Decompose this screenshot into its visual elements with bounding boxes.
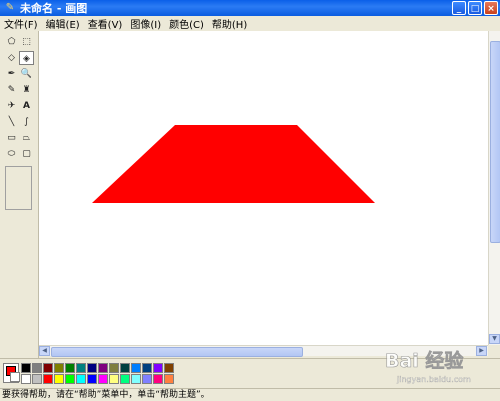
horizontal-scrollbar[interactable]: ◀ ▶	[39, 345, 488, 357]
workspace	[39, 31, 488, 345]
close-button[interactable]: ×	[484, 1, 498, 15]
rounded-rectangle-icon[interactable]: ▢	[19, 147, 34, 161]
palette-swatch[interactable]	[164, 374, 174, 384]
palette-swatch[interactable]	[32, 374, 42, 384]
palette-swatch[interactable]	[153, 374, 163, 384]
palette-swatch[interactable]	[153, 363, 163, 373]
window-controls: _ □ ×	[452, 1, 498, 15]
magnifier-icon[interactable]: 🔍	[19, 67, 34, 81]
palette-swatch[interactable]	[98, 374, 108, 384]
palette-swatch[interactable]	[43, 363, 53, 373]
airbrush-icon[interactable]: ✈	[4, 99, 19, 113]
palette-swatch[interactable]	[109, 374, 119, 384]
title-bar: ✎ 未命名 - 画图 _ □ ×	[0, 0, 500, 16]
status-bar: 要获得帮助，请在“帮助”菜单中，单击“帮助主题”。	[0, 388, 500, 401]
select-icon[interactable]: ⬚	[19, 35, 34, 49]
menu-colors[interactable]: 颜色(C)	[165, 16, 208, 31]
curve-icon[interactable]: ∫	[19, 115, 34, 129]
palette-swatch[interactable]	[131, 374, 141, 384]
palette-swatch[interactable]	[76, 374, 86, 384]
paint-app-icon: ✎	[5, 2, 15, 13]
menu-image[interactable]: 图像(I)	[126, 16, 165, 31]
palette-swatch[interactable]	[54, 363, 64, 373]
tool-options-panel[interactable]	[5, 166, 32, 210]
pick-color-icon[interactable]: ✒	[4, 67, 19, 81]
line-icon[interactable]: ╲	[4, 115, 19, 129]
vertical-scroll-thumb[interactable]	[490, 41, 500, 243]
palette-swatch[interactable]	[65, 363, 75, 373]
scroll-down-arrow-icon[interactable]: ▼	[489, 334, 500, 344]
drawing-canvas[interactable]	[39, 31, 488, 345]
free-form-select-icon[interactable]: ⬠	[4, 35, 19, 49]
color-palette	[0, 358, 500, 389]
red-trapezoid-shape	[92, 125, 375, 203]
palette-swatch[interactable]	[65, 374, 75, 384]
palette-swatch[interactable]	[120, 363, 130, 373]
rectangle-icon[interactable]: ▭	[4, 131, 19, 145]
current-colors	[3, 363, 20, 383]
vertical-scrollbar[interactable]: ▼	[488, 31, 500, 345]
palette-swatch[interactable]	[87, 363, 97, 373]
palette-swatch[interactable]	[54, 374, 64, 384]
fill-icon[interactable]: ◈	[19, 51, 34, 65]
menu-help[interactable]: 帮助(H)	[208, 16, 251, 31]
eraser-icon[interactable]: ◇	[4, 51, 19, 65]
maximize-button[interactable]: □	[468, 1, 482, 15]
menu-bar: 文件(F) 编辑(E) 查看(V) 图像(I) 颜色(C) 帮助(H)	[0, 16, 500, 32]
palette-swatch[interactable]	[87, 374, 97, 384]
canvas-svg	[92, 125, 375, 203]
palette-swatch[interactable]	[98, 363, 108, 373]
palette-swatch[interactable]	[131, 363, 141, 373]
minimize-button[interactable]: _	[452, 1, 466, 15]
background-color	[10, 372, 20, 382]
palette-swatch[interactable]	[120, 374, 130, 384]
palette-swatch[interactable]	[21, 363, 31, 373]
menu-view[interactable]: 查看(V)	[84, 16, 127, 31]
ellipse-icon[interactable]: ⬭	[4, 147, 19, 161]
pencil-icon[interactable]: ✎	[4, 83, 19, 97]
polygon-icon[interactable]: ⏢	[19, 131, 34, 145]
tool-box: ⬠ ⬚ ◇ ◈ ✒ 🔍 ✎ ♜ ✈ A ╲ ∫ ▭ ⏢ ⬭ ▢	[0, 31, 39, 358]
menu-edit[interactable]: 编辑(E)	[42, 16, 84, 31]
menu-file[interactable]: 文件(F)	[0, 16, 42, 31]
scroll-right-arrow-icon[interactable]: ▶	[476, 346, 487, 356]
palette-swatch[interactable]	[109, 363, 119, 373]
palette-swatch[interactable]	[32, 363, 42, 373]
palette-swatch[interactable]	[164, 363, 174, 373]
window-title: 未命名 - 画图	[20, 2, 88, 15]
palette-swatch[interactable]	[43, 374, 53, 384]
horizontal-scroll-thumb[interactable]	[51, 347, 303, 357]
palette-swatch[interactable]	[76, 363, 86, 373]
palette-swatch[interactable]	[21, 374, 31, 384]
scroll-left-arrow-icon[interactable]: ◀	[39, 346, 50, 356]
palette-swatch[interactable]	[142, 363, 152, 373]
palette-swatch[interactable]	[142, 374, 152, 384]
brush-icon[interactable]: ♜	[19, 83, 34, 97]
text-icon[interactable]: A	[19, 99, 34, 113]
